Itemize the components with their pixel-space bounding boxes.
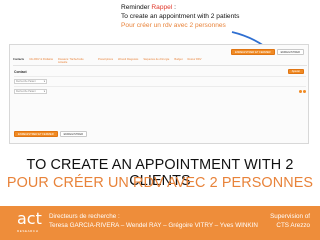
app-screenshot-panel: ENREGISTRER ET FERMER ENREGISTRER Contac… bbox=[9, 44, 309, 144]
patient-select-value: Recherche Patient bbox=[16, 89, 36, 93]
patient-select[interactable]: Recherche Patient ▾ bbox=[14, 88, 47, 94]
footer-bar: act RESEARCH Directeurs de recherche : T… bbox=[0, 206, 320, 240]
tab-budget[interactable]: Budget bbox=[174, 57, 187, 65]
reminder-title-prefix: Reminder bbox=[121, 4, 152, 11]
tab-sequence[interactable]: Séquence de chirurgie bbox=[143, 57, 174, 65]
tab-prescriptions[interactable]: Prescriptions bbox=[98, 57, 118, 65]
tab-retour-rdv[interactable]: Retour RDV bbox=[188, 57, 207, 65]
logo-text: act bbox=[17, 209, 42, 228]
top-toolbar: ENREGISTRER ET FERMER ENREGISTRER bbox=[230, 49, 304, 55]
save-button-bottom[interactable]: ENREGISTRER bbox=[59, 131, 88, 137]
reminder-title-highlight: Rappel bbox=[151, 4, 173, 11]
contact-row: Recherche Patient ▾ bbox=[14, 76, 306, 85]
add-contact-button[interactable]: Ajouter bbox=[287, 69, 304, 74]
patient-select-value: Recherche Patient bbox=[16, 79, 36, 83]
reminder-french: Pour créer un rdv avec 2 personnes bbox=[121, 22, 226, 29]
supervision-label: Supervision of bbox=[270, 213, 310, 220]
reminder-english: To create an appointment with 2 patients bbox=[121, 13, 240, 20]
contact-section-label: Contact bbox=[14, 70, 27, 74]
directors-names: Teresa GARCIA-RIVERA – Wendel RAY – Grég… bbox=[49, 222, 258, 229]
bottom-toolbar: ENREGISTRER ET FERMER ENREGISTRER bbox=[14, 131, 88, 137]
logo-subtext: RESEARCH bbox=[17, 229, 39, 233]
tab-contacts[interactable]: Contacts bbox=[13, 57, 29, 65]
chevron-down-icon: ▾ bbox=[43, 89, 45, 93]
edit-icon[interactable] bbox=[299, 89, 302, 93]
tab-dossiers[interactable]: Dossiers: Tâche/Code Actuelle bbox=[58, 57, 98, 65]
save-and-close-button-bottom[interactable]: ENREGISTRER ET FERMER bbox=[14, 131, 58, 137]
contact-row: Recherche Patient ▾ bbox=[14, 86, 306, 95]
directors-label: Directeurs de recherche : bbox=[49, 213, 120, 220]
tab-info-rdv[interactable]: Info RDV & Pédiatrie bbox=[29, 57, 58, 65]
tab-wound-diagnosis[interactable]: Wound Diagnosis bbox=[118, 57, 143, 65]
reminder-title: Reminder Rappel : bbox=[121, 3, 239, 12]
tab-bar: Contacts Info RDV & Pédiatrie Dossiers: … bbox=[13, 57, 307, 66]
row-actions bbox=[299, 89, 306, 93]
save-and-close-button[interactable]: ENREGISTRER ET FERMER bbox=[230, 49, 275, 55]
delete-icon[interactable] bbox=[303, 89, 306, 93]
chevron-down-icon: ▾ bbox=[43, 79, 45, 83]
act-research-logo: act RESEARCH bbox=[17, 210, 44, 236]
heading-french: POUR CRÉER UN RDV AVEC 2 PERSONNES bbox=[6, 175, 314, 191]
reminder-note: Reminder Rappel : To create an appointme… bbox=[121, 3, 239, 30]
save-button[interactable]: ENREGISTRER bbox=[276, 49, 304, 55]
patient-select[interactable]: Recherche Patient ▾ bbox=[14, 78, 47, 84]
reminder-title-suffix: : bbox=[172, 4, 176, 11]
supervision-name: CTS Arezzo bbox=[276, 222, 310, 229]
